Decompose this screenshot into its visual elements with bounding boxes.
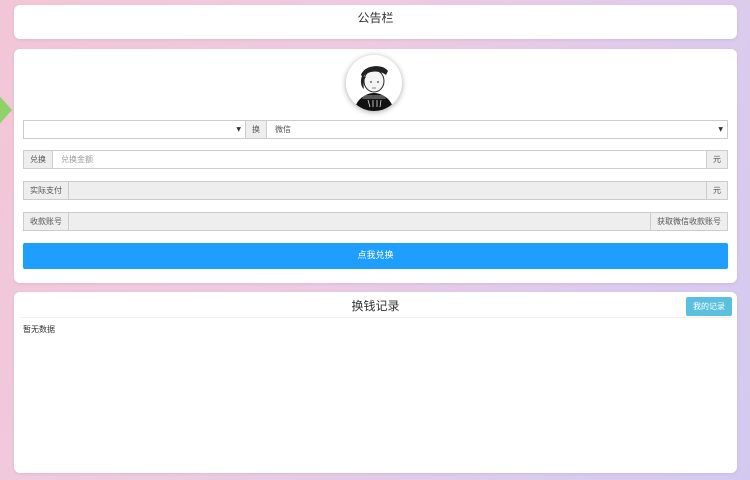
avatar-image: [346, 55, 402, 111]
my-records-button[interactable]: 我的记录: [686, 297, 732, 316]
account-field: [69, 212, 650, 231]
decorative-shape: [0, 72, 12, 148]
avatar: [346, 55, 402, 111]
caret-down-icon: ▼: [236, 126, 241, 133]
target-select[interactable]: 微信 ▼: [267, 120, 728, 139]
amount-input[interactable]: 兑换金额: [53, 150, 706, 169]
actual-pay-label: 实际支付: [23, 181, 69, 200]
exchange-submit-button[interactable]: 点我兑换: [23, 243, 728, 269]
actual-pay-field: [69, 181, 706, 200]
source-select[interactable]: ▼: [23, 120, 246, 139]
account-row: 收款账号 获取微信收款账号: [23, 212, 728, 231]
amount-label: 兑换: [23, 150, 53, 169]
fetch-account-button[interactable]: 获取微信收款账号: [650, 212, 728, 231]
exchange-form: ▼ 换 微信 ▼ 兑换 兑换金额 元 实际支付 元 收款账号 获取微信收款账号 …: [14, 49, 737, 283]
currency-row: ▼ 换 微信 ▼: [23, 120, 728, 139]
records-empty-text: 暂无数据: [23, 325, 55, 334]
notice-board: 公告栏: [14, 5, 737, 39]
amount-unit: 元: [706, 150, 728, 169]
records-panel: 换钱记录 我的记录 暂无数据: [14, 292, 737, 473]
swap-label: 换: [246, 120, 267, 139]
caret-down-icon: ▼: [718, 126, 723, 133]
records-title: 换钱记录: [20, 292, 731, 318]
notice-title: 公告栏: [357, 11, 394, 25]
account-label: 收款账号: [23, 212, 69, 231]
actual-pay-unit: 元: [706, 181, 728, 200]
actual-pay-row: 实际支付 元: [23, 181, 728, 200]
amount-row: 兑换 兑换金额 元: [23, 150, 728, 169]
